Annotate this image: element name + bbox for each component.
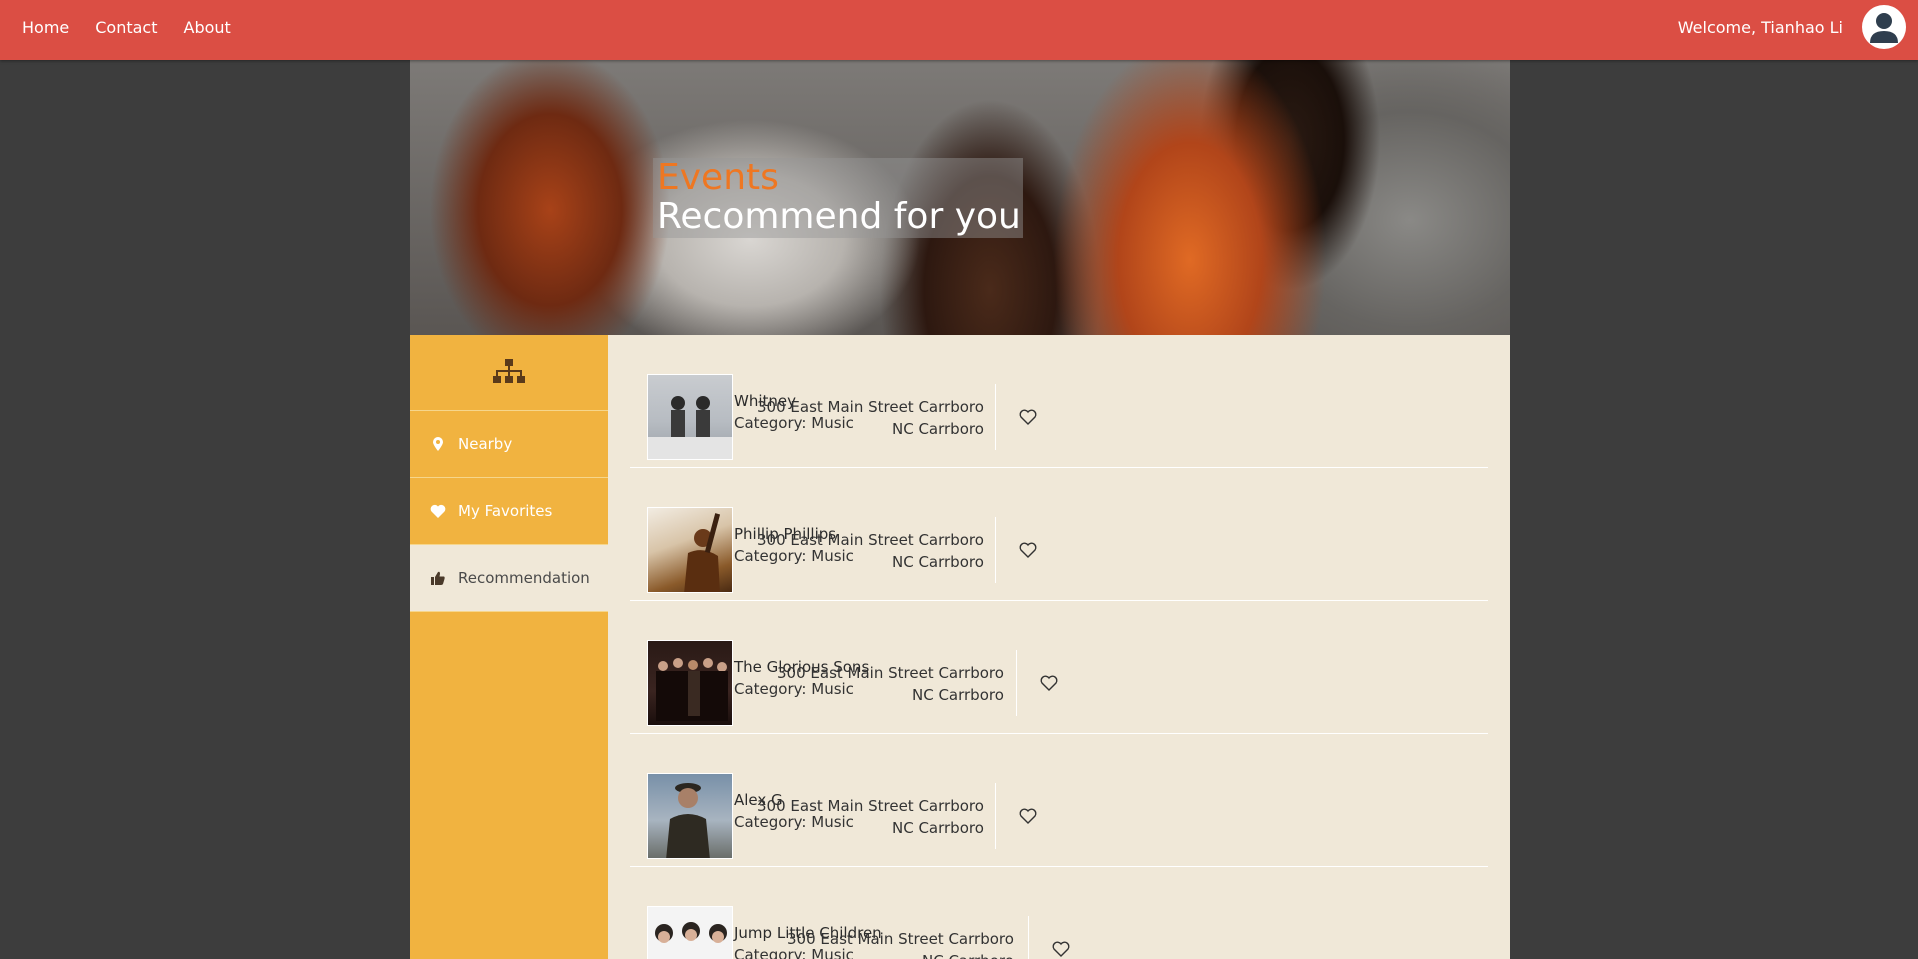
event-address-line2: NC Carrboro	[787, 950, 1014, 959]
sidebar-item-label: Nearby	[458, 435, 513, 453]
map-pin-icon	[430, 436, 446, 452]
event-item[interactable]: The Glorious Sons Category: Music 300 Ea…	[630, 601, 1488, 734]
hero-title-recommend: Recommend for you	[657, 196, 1021, 237]
event-address: 300 East Main Street Carrboro NC Carrbor…	[757, 795, 984, 839]
event-address: 300 East Main Street Carrboro NC Carrbor…	[757, 529, 984, 573]
event-item[interactable]: Phillip Phillips Category: Music 300 Eas…	[630, 468, 1488, 601]
event-address-line2: NC Carrboro	[891, 420, 984, 438]
sidebar: Nearby My Favorites Recommendation	[410, 335, 608, 959]
divider	[995, 517, 996, 583]
nav-contact-link[interactable]: Contact	[95, 18, 157, 37]
user-icon	[1870, 13, 1898, 43]
heart-icon	[430, 503, 446, 519]
event-thumbnail	[647, 507, 733, 593]
event-address-line2: NC Carrboro	[891, 553, 984, 571]
event-address-line1: 300 East Main Street Carrboro	[787, 930, 1014, 948]
thumbs-up-icon	[430, 570, 446, 586]
sidebar-item-label: My Favorites	[458, 502, 553, 520]
favorite-heart-icon[interactable]	[1019, 409, 1037, 425]
event-address-line2: NC Carrboro	[911, 686, 1004, 704]
favorite-heart-icon[interactable]	[1019, 542, 1037, 558]
event-thumbnail	[647, 906, 733, 959]
event-item[interactable]: Jump Little Children Category: Music 300…	[630, 867, 1488, 959]
event-address-line1: 300 East Main Street Carrboro	[777, 664, 1004, 682]
sidebar-item-favorites[interactable]: My Favorites	[410, 478, 608, 545]
divider	[995, 384, 996, 450]
event-thumbnail	[647, 374, 733, 460]
event-address: 300 East Main Street Carrboro NC Carrbor…	[787, 928, 1014, 959]
sidebar-header	[410, 335, 608, 411]
sitemap-icon	[493, 358, 525, 383]
event-thumbnail	[647, 640, 733, 726]
event-item[interactable]: Alex G Category: Music 300 East Main Str…	[630, 734, 1488, 867]
favorite-heart-icon[interactable]	[1052, 941, 1070, 957]
main-container: Events Recommend for you Nearby My Favor…	[410, 60, 1510, 959]
event-address-line2: NC Carrboro	[891, 819, 984, 837]
divider	[995, 783, 996, 849]
nav-home-link[interactable]: Home	[22, 18, 69, 37]
nav-about-link[interactable]: About	[184, 18, 231, 37]
welcome-text: Welcome, Tianhao Li	[1677, 17, 1843, 37]
avatar[interactable]	[1862, 5, 1906, 49]
hero-title: Events Recommend for you	[653, 158, 1023, 238]
divider	[1028, 916, 1029, 959]
main-nav: Home Contact About	[22, 0, 231, 54]
event-item[interactable]: Whitney Category: Music 300 East Main St…	[630, 335, 1488, 468]
hero-title-events: Events	[657, 157, 779, 198]
top-navbar: Home Contact About Welcome, Tianhao Li	[0, 0, 1918, 60]
sidebar-item-recommendation[interactable]: Recommendation	[410, 545, 608, 612]
favorite-heart-icon[interactable]	[1019, 808, 1037, 824]
sidebar-item-label: Recommendation	[458, 569, 590, 587]
event-address: 300 East Main Street Carrboro NC Carrbor…	[777, 662, 1004, 706]
favorite-heart-icon[interactable]	[1040, 675, 1058, 691]
event-address-line1: 300 East Main Street Carrboro	[757, 531, 984, 549]
event-address-line1: 300 East Main Street Carrboro	[757, 398, 984, 416]
event-list: Whitney Category: Music 300 East Main St…	[630, 335, 1488, 959]
divider	[1016, 650, 1017, 716]
sidebar-item-nearby[interactable]: Nearby	[410, 411, 608, 478]
event-thumbnail	[647, 773, 733, 859]
hero-banner: Events Recommend for you	[410, 60, 1510, 335]
event-address-line1: 300 East Main Street Carrboro	[757, 797, 984, 815]
event-address: 300 East Main Street Carrboro NC Carrbor…	[757, 396, 984, 440]
